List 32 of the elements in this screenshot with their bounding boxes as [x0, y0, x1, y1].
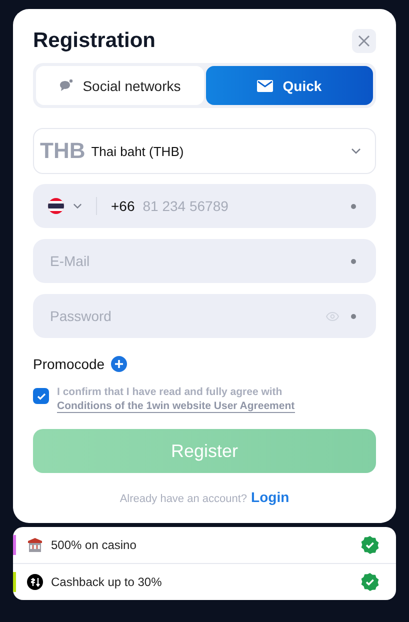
agreement-checkbox[interactable] [33, 388, 49, 404]
login-link[interactable]: Login [251, 489, 290, 506]
close-icon [358, 35, 370, 47]
registration-tab[interactable]: Quick [206, 66, 373, 105]
phone-input[interactable]: 81 234 56789 [140, 197, 339, 215]
promocode-label: Promocode [33, 356, 105, 372]
verified-badge-icon [360, 572, 380, 592]
envelope-icon [256, 80, 273, 92]
email-field[interactable]: E-Mail [33, 239, 376, 283]
registration-tab[interactable]: Social networks [36, 66, 204, 105]
user-agreement-link[interactable]: Conditions of the 1win website User Agreement [57, 400, 295, 413]
thailand-flag-icon [48, 198, 64, 214]
verified-badge-icon [360, 535, 380, 556]
agreement-text: I confirm that I have read and fully agree with Conditions of the 1win website User Agreement [57, 386, 296, 414]
currency-select[interactable]: THB Thai baht (THB) [33, 128, 376, 174]
checkmark-icon [36, 392, 46, 400]
slot-machine-icon [27, 537, 43, 554]
login-prompt: Already have an account? [120, 493, 248, 506]
dialog-title: Registration [33, 29, 156, 53]
bonus-label: 500% on casino [51, 538, 138, 552]
password-input[interactable]: Password [48, 307, 326, 325]
cashback-icon [27, 574, 43, 590]
add-promocode-button[interactable] [110, 356, 127, 372]
close-button[interactable] [352, 29, 376, 53]
email-input[interactable]: E-Mail [48, 252, 339, 270]
chevron-down-icon [351, 148, 361, 154]
chat-bubble-icon [58, 79, 73, 92]
bonus-label: Cashback up to 30% [51, 575, 163, 590]
password-field[interactable]: Password [33, 294, 376, 338]
phone-field[interactable]: +66 81 234 56789 [33, 184, 376, 228]
chevron-down-icon [73, 203, 82, 209]
plus-icon [114, 360, 123, 368]
